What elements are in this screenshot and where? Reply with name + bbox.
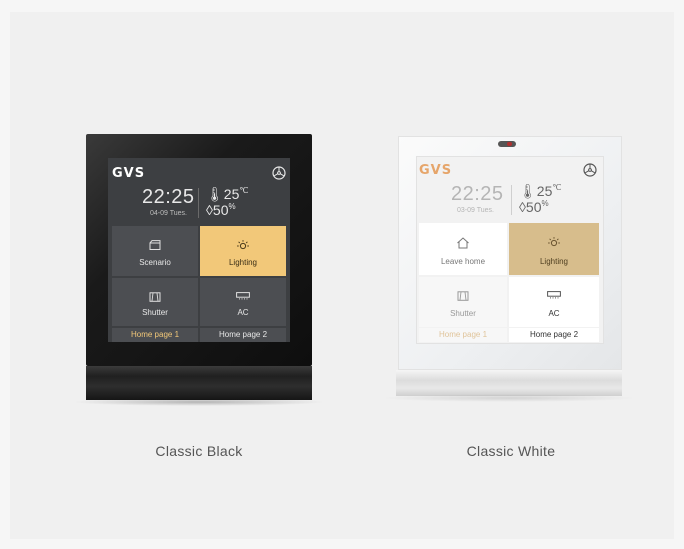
black-panel-base [86, 366, 312, 400]
droplet-icon: ◊ [206, 202, 213, 218]
thermometer-icon: 🌡︎ [519, 183, 537, 199]
nav-home-page-1[interactable]: Home page 1 [419, 328, 507, 342]
humidity-value: 50 [212, 202, 229, 218]
tile-ac[interactable]: AC [200, 278, 286, 326]
light-bulb-icon [237, 240, 249, 250]
tile-ac[interactable]: AC [509, 277, 599, 327]
clock-date: 03-09 Tues. [457, 207, 494, 214]
white-panel-shadow [380, 394, 638, 402]
tile-label: Scenario [139, 258, 171, 267]
sensor-led [507, 142, 512, 146]
divider [511, 185, 512, 215]
settings-icon[interactable] [583, 163, 597, 177]
tile-shutter[interactable]: Shutter [419, 277, 507, 327]
tile-label: Shutter [450, 309, 476, 318]
temperature-value: 25 [536, 183, 553, 199]
temperature-readout: 🌡︎25℃ [519, 183, 561, 200]
settings-icon[interactable] [272, 166, 286, 180]
thermometer-icon: 🌡︎ [206, 186, 224, 202]
humidity-unit: % [541, 199, 549, 208]
temperature-unit: ℃ [552, 183, 562, 192]
white-panel-base [396, 370, 622, 396]
tile-label: Lighting [228, 258, 258, 267]
tile-scenario[interactable]: Scenario [112, 226, 198, 276]
air-conditioner-icon [547, 291, 561, 299]
nav-home-page-2[interactable]: Home page 2 [200, 328, 286, 342]
nav-home-page-1[interactable]: Home page 1 [112, 328, 198, 342]
tile-lighting[interactable]: Lighting [200, 226, 286, 276]
droplet-icon: ◊ [519, 199, 526, 215]
clock-date: 04-09 Tues. [150, 210, 187, 217]
clapperboard-icon [149, 240, 161, 250]
tile-shutter[interactable]: Shutter [112, 278, 198, 326]
tile-label: AC [548, 309, 560, 318]
light-bulb-icon [548, 237, 560, 247]
black-panel-screen: GVS 22:25 04-09 Tues. 🌡︎25℃ ◊50% Scenari… [108, 158, 290, 342]
white-panel-screen: GVS 22:25 03-09 Tues. 🌡︎25℃ ◊50% Leave h… [416, 156, 604, 344]
temperature-readout: 🌡︎25℃ [206, 186, 248, 203]
black-panel-shadow [72, 398, 326, 406]
air-conditioner-icon [236, 292, 250, 300]
temperature-value: 25 [223, 186, 240, 202]
brand-logo: GVS [112, 166, 146, 181]
caption-classic-black: Classic Black [155, 443, 243, 459]
clock-time: 22:25 [142, 186, 195, 208]
shutter-icon [457, 291, 469, 301]
tile-label: Shutter [142, 308, 168, 317]
humidity-value: 50 [525, 199, 542, 215]
house-icon [457, 237, 469, 249]
divider [198, 188, 199, 218]
tile-label: Leave home [440, 257, 486, 266]
temperature-unit: ℃ [239, 186, 249, 195]
tile-leave-home[interactable]: Leave home [419, 223, 507, 275]
shutter-icon [149, 292, 161, 302]
humidity-unit: % [228, 202, 236, 211]
tile-label: AC [237, 308, 249, 317]
tile-label: Lighting [539, 257, 569, 266]
clock-time: 22:25 [451, 183, 504, 205]
humidity-readout: ◊50% [519, 199, 549, 215]
humidity-readout: ◊50% [206, 202, 236, 218]
nav-home-page-2[interactable]: Home page 2 [509, 328, 599, 342]
caption-classic-white: Classic White [466, 443, 556, 459]
brand-logo: GVS [419, 163, 453, 178]
tile-lighting[interactable]: Lighting [509, 223, 599, 275]
